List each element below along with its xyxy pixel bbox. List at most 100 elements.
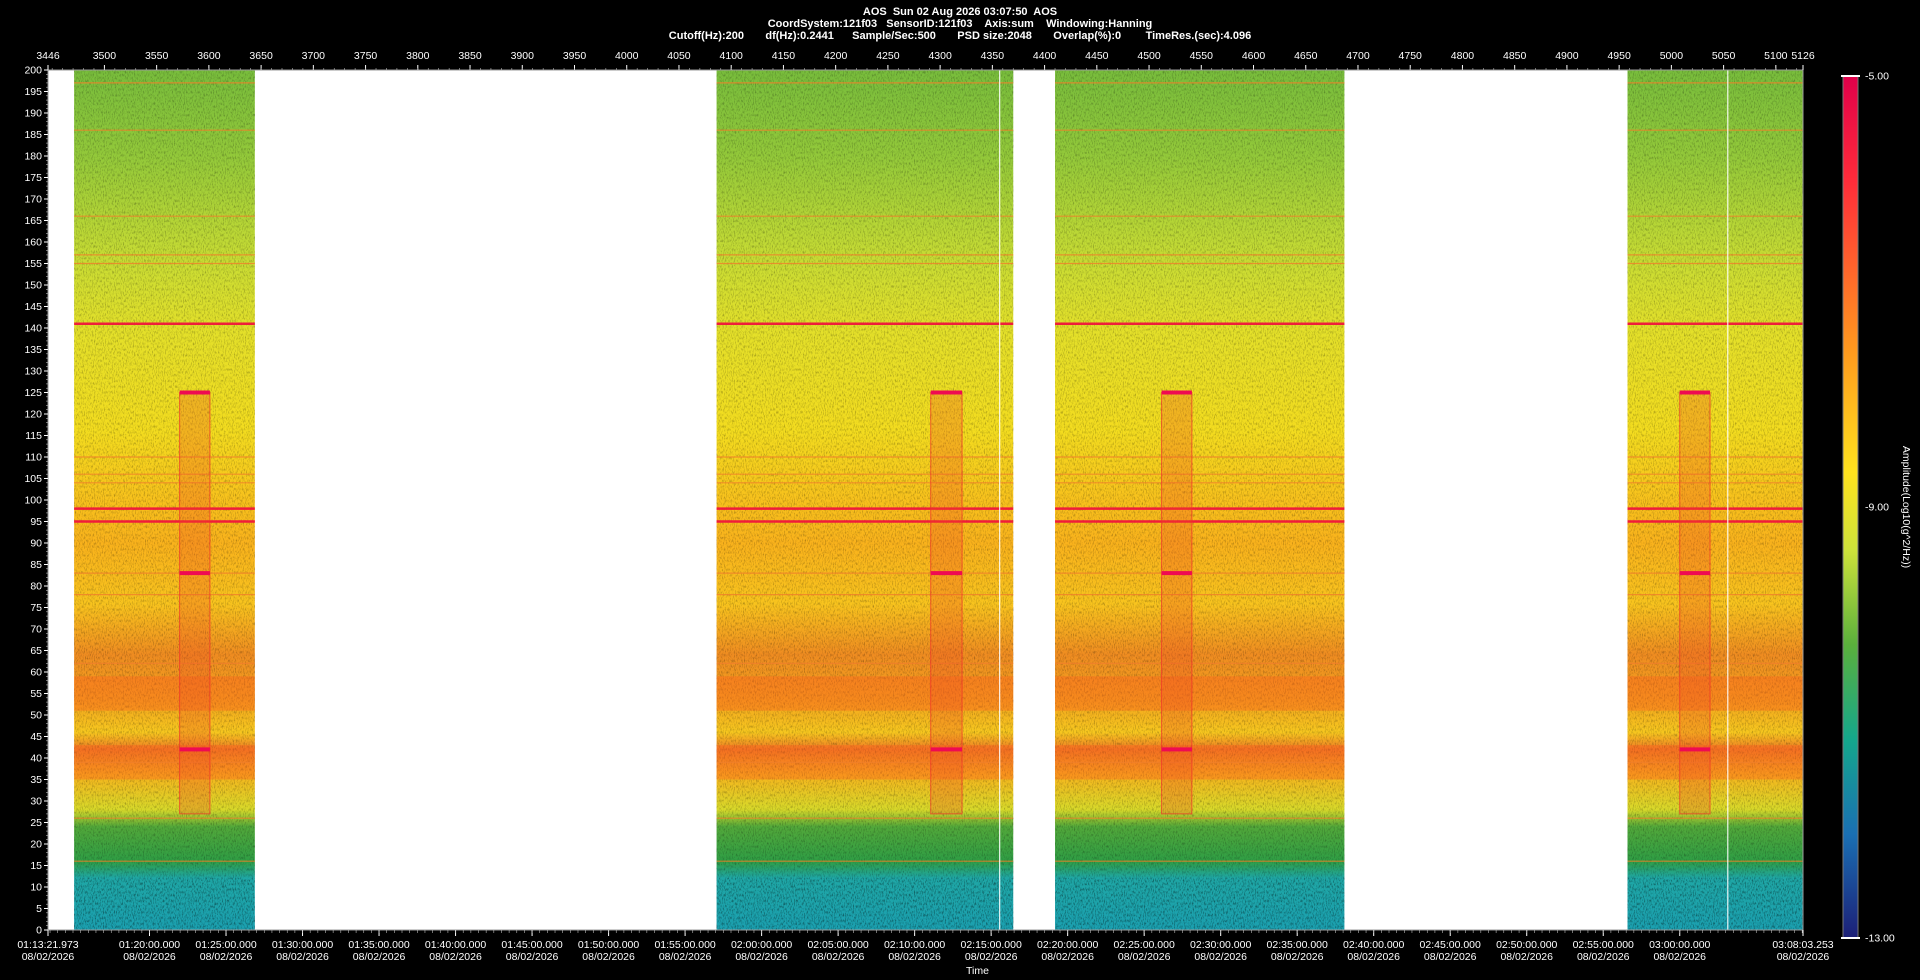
y-tick-label: 90 [30,538,42,550]
event-hotspot [179,571,210,576]
event-hotspot [930,747,963,752]
sample-tick-label: 3750 [354,50,378,62]
time-tick-label: 01:45:00.000 [501,939,562,951]
sample-tick-label: 4800 [1451,50,1475,62]
colorbar-tick-label: -9.00 [1865,502,1889,514]
segment-noise [716,70,1014,930]
x-axis-label: Time [966,965,989,977]
broadband-peak [74,676,255,711]
sample-tick-label: 3550 [145,50,169,62]
date-tick-label: 08/02/2026 [812,951,865,963]
sample-tick-label: 3800 [406,50,430,62]
date-tick-label: 08/02/2026 [1118,951,1171,963]
y-tick-label: 100 [24,495,42,507]
y-tick-label: 75 [30,602,42,614]
date-tick-label: 08/02/2026 [1041,951,1094,963]
time-tick-label: 01:25:00.000 [195,939,256,951]
low-frequency-floor [1627,878,1803,930]
y-tick-label: 120 [24,409,42,421]
sample-tick-label: 5050 [1712,50,1736,62]
segment-noise [1627,70,1803,930]
time-tick-label: 02:55:00.000 [1573,939,1634,951]
sample-tick-label: 5100 [1764,50,1788,62]
y-tick-label: 20 [30,839,42,851]
sample-tick-label: 4500 [1137,50,1161,62]
y-tick-label: 190 [24,108,42,120]
sample-tick-label: 4000 [615,50,639,62]
time-tick-label: 02:50:00.000 [1496,939,1557,951]
sample-tick-label: 4850 [1503,50,1527,62]
date-tick-label: 08/02/2026 [123,951,176,963]
sample-tick-label: 4400 [1033,50,1057,62]
sample-tick-label: 3446 [36,50,60,62]
sample-tick-label: 3650 [249,50,273,62]
y-tick-label: 145 [24,301,42,313]
y-tick-label: 30 [30,796,42,808]
time-tick-label: 01:13:21.973 [17,939,78,951]
y-tick-label: 45 [30,731,42,743]
y-tick-label: 110 [25,452,42,464]
y-tick-label: 180 [24,151,42,163]
colorbar: -5.00 -9.00 -13.00 Amplitude(Log10(g^2/Hz)) [1841,71,1912,945]
time-tick-label: 02:15:00.000 [960,939,1021,951]
date-tick-label: 08/02/2026 [965,951,1018,963]
y-tick-label: 65 [30,645,42,657]
event-hotspot [1161,747,1192,752]
y-tick-label: 195 [24,86,42,98]
low-frequency-floor [1055,878,1345,930]
event-hotspot [1679,571,1711,576]
y-tick-label: 130 [24,366,42,378]
y-tick-label: 15 [30,860,42,872]
low-frequency-floor [74,878,255,930]
event-block [930,390,963,815]
spectrogram-chart[interactable]: 0510152025303540455055606570758085909510… [0,0,1920,980]
plot-area[interactable] [48,70,1803,930]
date-tick-label: 08/02/2026 [353,951,406,963]
y-tick-label: 155 [24,258,42,270]
sample-tick-label: 5126 [1791,50,1815,62]
sample-tick-label: 3500 [93,50,117,62]
broadband-peak [716,676,1014,711]
date-tick-label: 08/02/2026 [1500,951,1553,963]
y-tick-label: 135 [24,344,42,356]
time-tick-label: 02:40:00.000 [1343,939,1404,951]
y-tick-label: 80 [30,581,42,593]
event-hotspot [1161,571,1192,576]
y-tick-label: 125 [24,387,42,399]
date-tick-label: 08/02/2026 [276,951,329,963]
spectrogram-window: AOS Sun 02 Aug 2026 03:07:50 AOS CoordSy… [0,0,1920,980]
time-tick-label: 02:45:00.000 [1420,939,1481,951]
sample-tick-label: 3700 [302,50,326,62]
time-tick-label: 01:30:00.000 [272,939,333,951]
date-tick-label: 08/02/2026 [1271,951,1324,963]
y-tick-label: 140 [24,323,42,335]
sample-tick-label: 4350 [981,50,1005,62]
date-tick-label: 08/02/2026 [1777,951,1830,963]
date-tick-label: 08/02/2026 [735,951,788,963]
data-segment [74,70,255,930]
date-tick-label: 08/02/2026 [22,951,75,963]
sample-tick-label: 4650 [1294,50,1318,62]
y-tick-label: 170 [24,194,42,206]
segment-noise [1055,70,1345,930]
event-hotspot [930,390,963,395]
date-tick-label: 08/02/2026 [1577,951,1630,963]
y-tick-label: 185 [24,129,42,141]
segment-noise [74,70,255,930]
y-tick-label: 40 [30,753,42,765]
time-tick-label: 01:50:00.000 [578,939,639,951]
event-block [179,390,211,815]
time-tick-label: 02:05:00.000 [807,939,868,951]
event-hotspot [1679,390,1711,395]
time-tick-label: 02:10:00.000 [884,939,945,951]
data-segment [716,70,1014,930]
time-tick-label: 01:40:00.000 [425,939,486,951]
time-tick-label: 01:35:00.000 [348,939,409,951]
colorbar-tick-label: -5.00 [1865,71,1889,83]
colorbar-bar [1843,76,1858,938]
sample-tick-label: 4550 [1190,50,1214,62]
sample-tick-label: 4700 [1346,50,1370,62]
data-segment [1055,70,1345,930]
event-hotspot [930,571,963,576]
date-tick-label: 08/02/2026 [659,951,712,963]
